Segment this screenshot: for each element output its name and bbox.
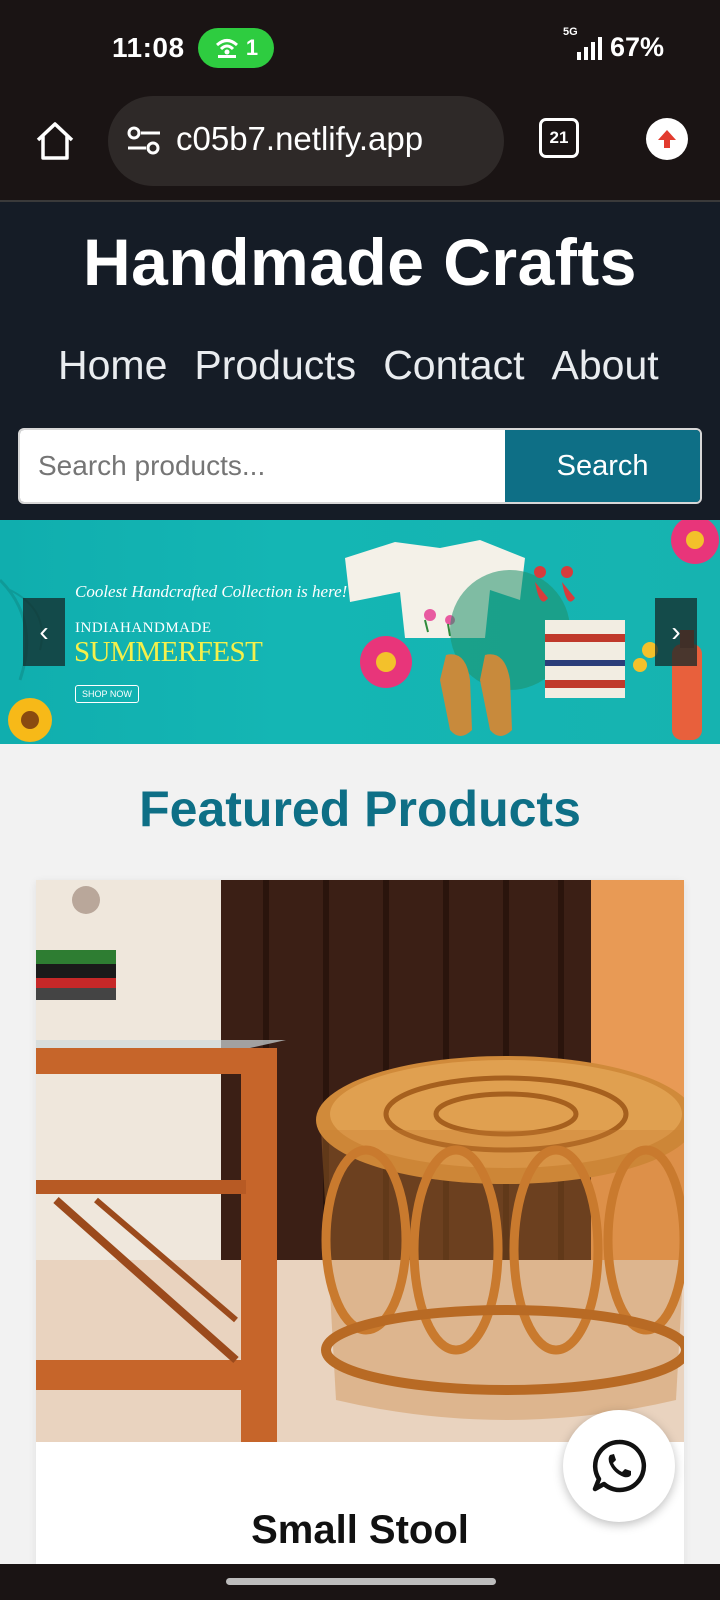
search-bar: Search: [18, 428, 702, 504]
product-name[interactable]: Small Stool: [36, 1508, 684, 1553]
banner-tagline: Coolest Handcrafted Collection is here!: [75, 582, 348, 601]
status-time: 11:08: [112, 32, 185, 63]
whatsapp-button[interactable]: [563, 1410, 675, 1522]
site-settings-icon[interactable]: [126, 126, 162, 156]
hotspot-icon: [215, 39, 238, 58]
status-right: 5G 67%: [563, 26, 664, 63]
screen: 11:08 1 5G 67% c05b7.netlify.app 21 Hand…: [0, 0, 720, 1600]
hotspot-count: 1: [245, 35, 259, 60]
nav-products[interactable]: Products: [194, 342, 356, 389]
tabs-button[interactable]: 21: [539, 118, 579, 158]
nav-about[interactable]: About: [552, 342, 659, 389]
stool-photo: [36, 880, 684, 1442]
arrow-up-icon: [658, 130, 676, 148]
system-nav-bar: [0, 1564, 720, 1600]
status-bar: 11:08 1 5G 67%: [0, 0, 720, 96]
network-type: 5G: [562, 25, 578, 38]
carousel-next-button[interactable]: ›: [655, 598, 697, 666]
search-input[interactable]: [20, 430, 506, 502]
banner-headline: SUMMERFEST: [74, 636, 263, 668]
product-image[interactable]: [36, 880, 684, 1442]
browser-toolbar: c05b7.netlify.app 21: [0, 96, 720, 202]
update-button[interactable]: [646, 118, 688, 160]
nav-contact[interactable]: Contact: [383, 342, 524, 389]
site-title: Handmade Crafts: [83, 225, 637, 299]
shop-now-button[interactable]: SHOP NOW: [75, 685, 139, 703]
site-header: Handmade Crafts Home Products Contact Ab…: [0, 202, 720, 520]
home-icon: [36, 122, 74, 160]
promo-banner[interactable]: Coolest Handcrafted Collection is here! …: [0, 520, 720, 744]
address-bar[interactable]: c05b7.netlify.app: [108, 96, 504, 186]
main-nav: Home Products Contact About: [58, 342, 659, 389]
hotspot-indicator: 1: [198, 28, 274, 68]
nav-home[interactable]: Home: [58, 342, 167, 389]
home-button[interactable]: [32, 118, 78, 164]
gesture-handle[interactable]: [226, 1578, 496, 1585]
search-button[interactable]: Search: [505, 430, 700, 502]
whatsapp-icon: [592, 1439, 647, 1493]
signal-icon: 5G: [563, 26, 602, 60]
featured-title: Featured Products: [139, 781, 581, 837]
carousel-prev-button[interactable]: ‹: [23, 598, 65, 666]
banner-brand: INDIAHANDMADE: [75, 620, 212, 636]
battery-level: 67%: [609, 32, 664, 62]
url-text[interactable]: c05b7.netlify.app: [176, 120, 496, 158]
